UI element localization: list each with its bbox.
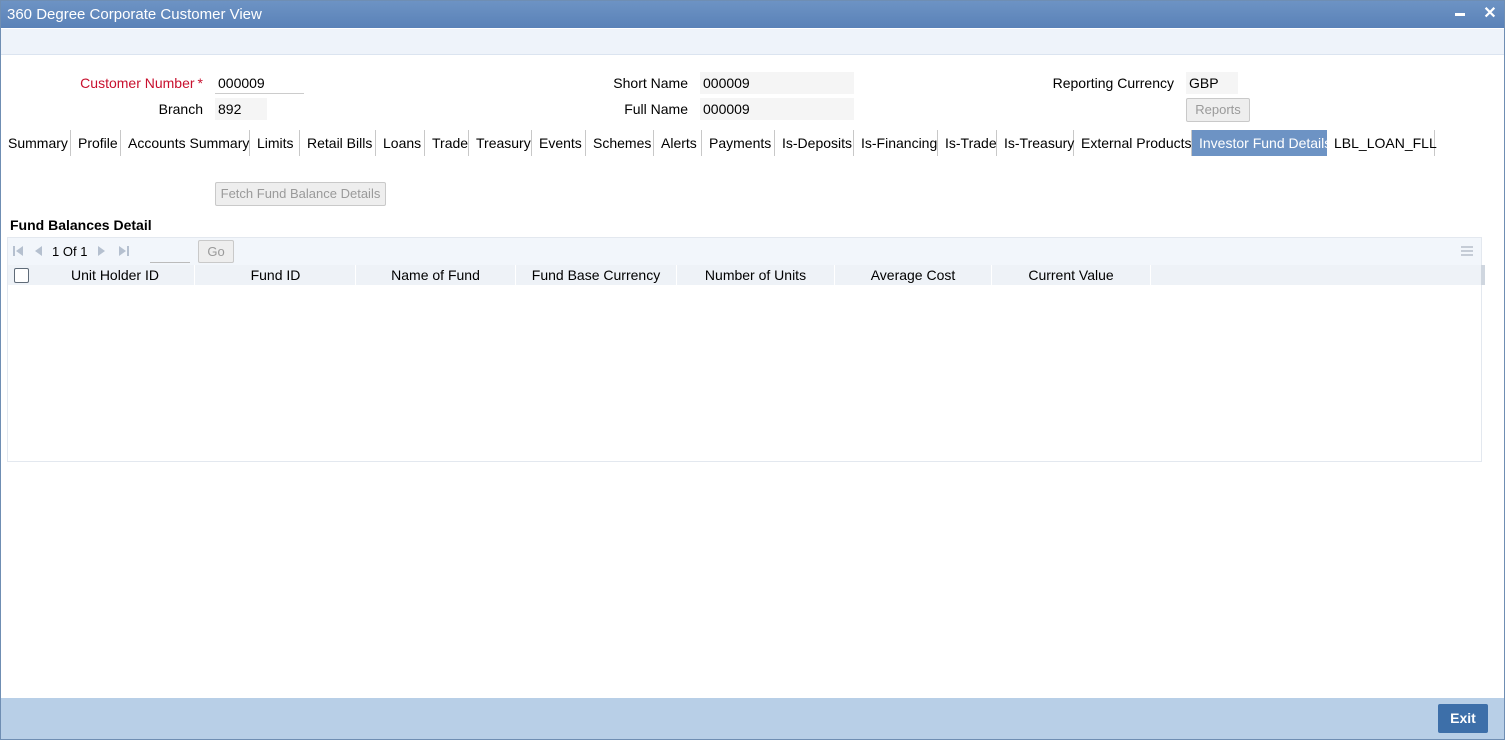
tab-summary[interactable]: Summary	[1, 130, 71, 156]
tab-retail-bills[interactable]: Retail Bills	[300, 130, 376, 156]
grid-header: Unit Holder ID Fund ID Name of Fund Fund…	[8, 265, 1481, 285]
branch-label: Branch	[158, 101, 203, 117]
fund-balances-title: Fund Balances Detail	[10, 217, 152, 233]
title-bar: 360 Degree Corporate Customer View ▬ ✕	[1, 1, 1504, 28]
column-header[interactable]: Current Value	[992, 265, 1151, 285]
vertical-scrollbar[interactable]	[1481, 265, 1485, 285]
first-page-icon[interactable]	[12, 245, 24, 257]
tab-investor-fund-details[interactable]: Investor Fund Details	[1192, 130, 1331, 156]
pagination-bar: 1 Of 1 Go	[8, 238, 1481, 265]
tab-payments[interactable]: Payments	[702, 130, 775, 156]
full-name-label: Full Name	[624, 101, 688, 117]
grid-settings-icon[interactable]	[1461, 246, 1473, 257]
tab-trade[interactable]: Trade	[425, 130, 469, 156]
tab-lbl-loan-fll[interactable]: LBL_LOAN_FLL	[1327, 130, 1437, 156]
previous-page-icon[interactable]	[32, 245, 44, 257]
minimize-icon[interactable]: ▬	[1451, 5, 1469, 23]
reporting-currency-label: Reporting Currency	[1052, 75, 1174, 91]
column-header[interactable]: Name of Fund	[356, 265, 516, 285]
tab-limits[interactable]: Limits	[250, 130, 300, 156]
window-title: 360 Degree Corporate Customer View	[7, 6, 262, 23]
window-frame: 360 Degree Corporate Customer View ▬ ✕ C…	[0, 0, 1505, 740]
last-page-icon[interactable]	[118, 245, 130, 257]
full-name-field[interactable]: 000009	[700, 98, 854, 120]
fetch-fund-balance-button[interactable]: Fetch Fund Balance Details	[215, 182, 386, 206]
next-page-icon[interactable]	[96, 245, 108, 257]
column-header[interactable]: Number of Units	[677, 265, 835, 285]
of-label: Of	[62, 244, 77, 259]
fund-balances-grid: 1 Of 1 Go Unit Holder ID Fund ID Name of…	[7, 237, 1485, 462]
total-pages: 1	[80, 244, 88, 259]
short-name-field[interactable]: 000009	[700, 72, 854, 94]
tab-profile[interactable]: Profile	[71, 130, 121, 156]
tab-external-products[interactable]: External Products	[1074, 130, 1192, 156]
page-indicator: 1 Of 1	[52, 244, 87, 259]
current-page: 1	[52, 244, 60, 259]
page-number-input[interactable]	[150, 242, 190, 263]
column-header[interactable]: Unit Holder ID	[36, 265, 195, 285]
tab-is-treasury[interactable]: Is-Treasury	[997, 130, 1074, 156]
tab-accounts-summary[interactable]: Accounts Summary	[121, 130, 250, 156]
tab-is-deposits[interactable]: Is-Deposits	[775, 130, 854, 156]
required-marker: *	[197, 75, 203, 91]
close-icon[interactable]: ✕	[1481, 5, 1499, 23]
reports-button[interactable]: Reports	[1186, 98, 1250, 122]
customer-number-label: Customer Number *	[80, 75, 203, 91]
tab-alerts[interactable]: Alerts	[654, 130, 702, 156]
column-header[interactable]: Average Cost	[835, 265, 992, 285]
column-header[interactable]: Fund Base Currency	[516, 265, 677, 285]
tab-loans[interactable]: Loans	[376, 130, 425, 156]
tab-schemes[interactable]: Schemes	[586, 130, 654, 156]
tab-is-financing[interactable]: Is-Financing	[854, 130, 938, 156]
select-all-checkbox[interactable]	[14, 268, 29, 283]
tab-treasury[interactable]: Treasury	[469, 130, 532, 156]
column-header[interactable]: Fund ID	[196, 265, 356, 285]
reporting-currency-field[interactable]: GBP	[1186, 72, 1238, 94]
tab-events[interactable]: Events	[532, 130, 586, 156]
exit-button[interactable]: Exit	[1438, 704, 1488, 733]
short-name-label: Short Name	[613, 75, 688, 91]
tab-is-trade[interactable]: Is-Trade	[938, 130, 997, 156]
go-button[interactable]: Go	[198, 240, 234, 263]
footer-bar: Exit	[1, 698, 1504, 739]
branch-field[interactable]: 892	[215, 98, 267, 120]
customer-number-field[interactable]: 000009	[215, 72, 304, 94]
toolbar-strip	[1, 29, 1504, 55]
